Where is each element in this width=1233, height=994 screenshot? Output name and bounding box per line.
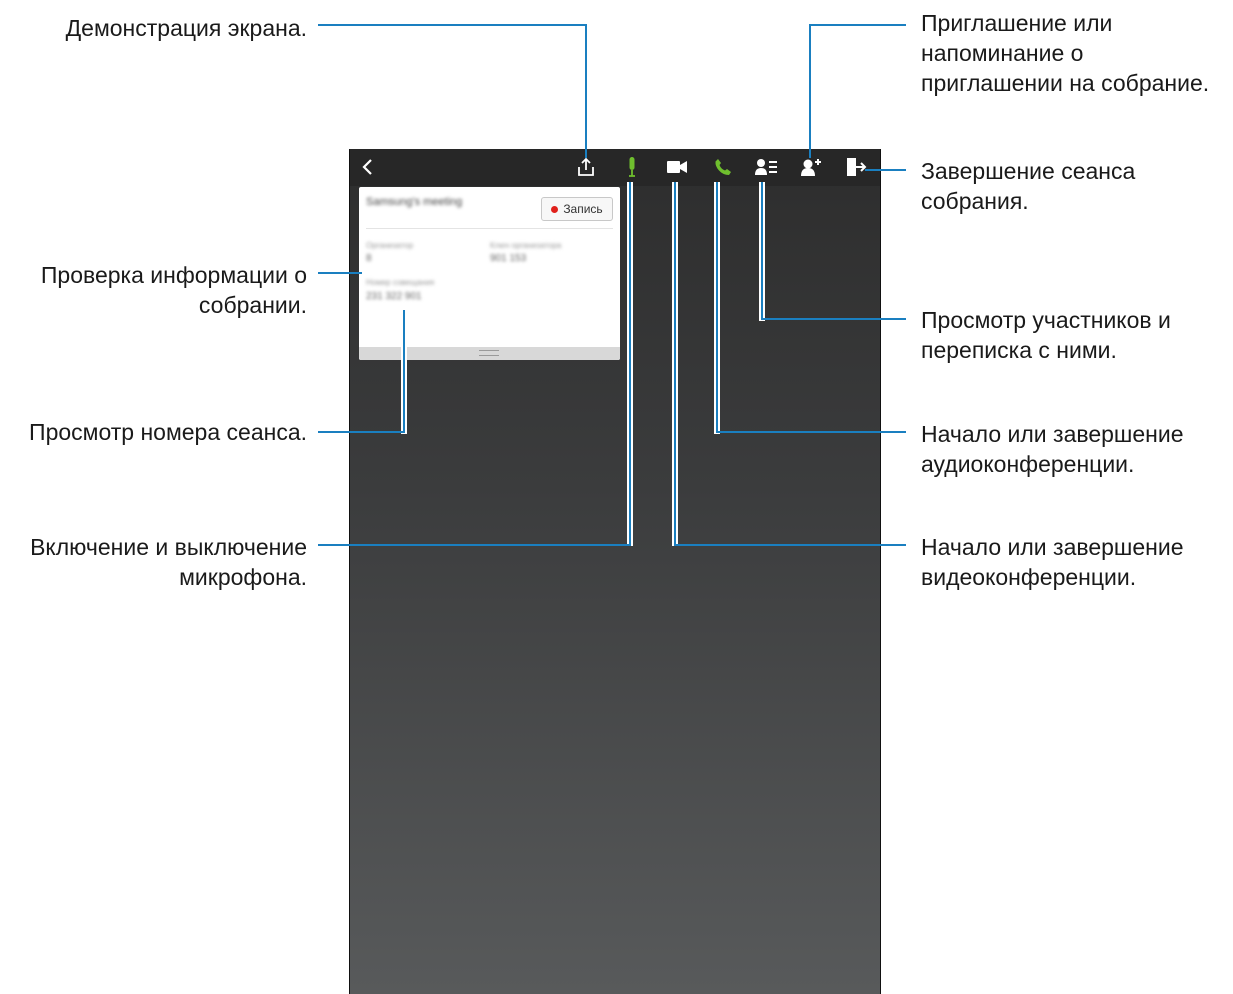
callout-screen-share: Демонстрация экрана. bbox=[65, 15, 307, 41]
meeting-title: Samsung's meeting bbox=[366, 196, 463, 208]
record-button[interactable]: Запись bbox=[541, 197, 613, 221]
card-divider bbox=[366, 228, 613, 229]
exit-meeting-button[interactable] bbox=[843, 155, 869, 179]
callout-video-conference: Начало или завершение видеоконференции. bbox=[921, 534, 1184, 590]
organizer-key-value: 901 153 bbox=[490, 253, 527, 264]
meeting-number-label: Номер совещания bbox=[366, 278, 435, 287]
organizer-value: 8 bbox=[366, 253, 372, 264]
callout-audio-conference: Начало или завершение аудиоконференции. bbox=[921, 421, 1184, 477]
meeting-number-value: 231 322 901 bbox=[366, 291, 422, 302]
add-person-icon bbox=[801, 159, 821, 176]
back-button[interactable] bbox=[354, 155, 380, 179]
exit-meeting-icon bbox=[847, 158, 867, 176]
microphone-icon bbox=[629, 157, 635, 177]
invite-button[interactable] bbox=[799, 155, 825, 179]
callout-meeting-info: Проверка информации о собрании. bbox=[40, 262, 307, 318]
callout-session-number: Просмотр номера сеанса. bbox=[29, 419, 307, 445]
microphone-button[interactable] bbox=[619, 155, 645, 179]
device-screen: Samsung's meeting Запись Организатор 8 К… bbox=[349, 149, 881, 994]
callout-end-session: Завершение сеанса собрания. bbox=[921, 158, 1136, 214]
callout-invite: Приглашение или напоминание о приглашени… bbox=[921, 10, 1210, 96]
share-screen-icon bbox=[578, 157, 594, 176]
drag-handle-icon[interactable] bbox=[479, 350, 499, 356]
card-footer[interactable] bbox=[359, 347, 620, 360]
record-dot-icon bbox=[551, 205, 559, 213]
share-screen-button[interactable] bbox=[573, 155, 599, 179]
organizer-key-label: Ключ организатора bbox=[490, 241, 562, 250]
video-camera-icon bbox=[667, 161, 687, 173]
callout-microphone: Включение и выключение микрофона. bbox=[30, 534, 307, 590]
phone-button[interactable] bbox=[710, 155, 736, 179]
phone-icon bbox=[715, 159, 731, 175]
participants-list-icon bbox=[755, 159, 777, 175]
participants-button[interactable] bbox=[754, 155, 780, 179]
video-camera-button[interactable] bbox=[664, 155, 690, 179]
callout-participants: Просмотр участников и переписка с ними. bbox=[921, 307, 1171, 363]
record-label: Запись bbox=[563, 202, 603, 216]
meeting-info-card[interactable]: Samsung's meeting Запись Организатор 8 К… bbox=[359, 187, 620, 360]
organizer-label: Организатор bbox=[366, 241, 414, 250]
back-icon bbox=[362, 159, 372, 175]
action-bar bbox=[350, 149, 880, 186]
